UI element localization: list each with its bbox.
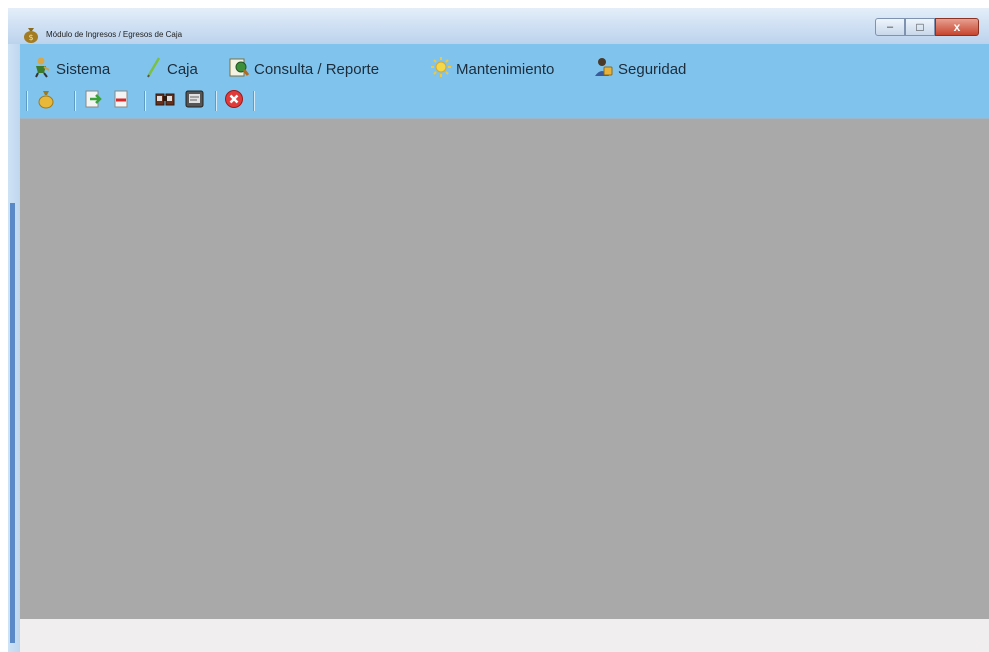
close-button[interactable]: x xyxy=(935,18,979,36)
menu-label: Seguridad xyxy=(618,60,687,78)
window-controls: – □ x xyxy=(875,18,979,36)
toolbar-separator xyxy=(215,91,217,111)
menu-seguridad[interactable]: Seguridad xyxy=(592,56,686,82)
toolbar-reporte-button[interactable] xyxy=(184,90,206,112)
exit-icon xyxy=(224,89,244,114)
minimize-button[interactable]: – xyxy=(875,18,905,36)
toolbar-separator xyxy=(144,91,146,111)
toolbar-egreso-button[interactable] xyxy=(111,90,133,112)
person-icon xyxy=(32,56,52,82)
red-arrow-icon xyxy=(112,89,132,114)
money-bag-icon xyxy=(37,89,55,114)
search-user-icon xyxy=(228,56,250,82)
title-bar[interactable]: $ Módulo de Ingresos / Egresos de Caja –… xyxy=(8,8,989,44)
toolbar-money-bag-button[interactable] xyxy=(35,90,57,112)
svg-text:$: $ xyxy=(28,33,33,42)
maximize-icon: □ xyxy=(916,20,924,34)
minimize-icon: – xyxy=(886,21,894,33)
toolbar-separator xyxy=(253,91,255,111)
menu-sistema[interactable]: Sistema xyxy=(32,56,110,82)
toolbar-exit-button[interactable] xyxy=(223,89,245,114)
security-user-icon xyxy=(592,56,614,82)
money-bag-icon: $ xyxy=(22,25,40,43)
menu-consulta-reporte[interactable]: Consulta / Reporte xyxy=(228,56,379,82)
toolbar-ingreso-button[interactable] xyxy=(82,90,104,112)
binoculars-icon xyxy=(154,89,176,114)
menu-caja[interactable]: Caja xyxy=(145,56,198,82)
window-title: Módulo de Ingresos / Egresos de Caja xyxy=(46,30,183,39)
menu-mantenimiento[interactable]: Mantenimiento xyxy=(430,56,554,82)
menu-label: Mantenimiento xyxy=(456,60,555,78)
menu-label: Consulta / Reporte xyxy=(254,60,380,78)
window-left-frame xyxy=(8,8,20,652)
menu-label: Caja xyxy=(167,60,198,78)
menu-bar: Sistema Caja Consulta / Reporte Mantenim… xyxy=(20,44,989,84)
toolbar xyxy=(20,84,989,119)
mdi-workspace xyxy=(20,119,989,619)
document-icon xyxy=(184,89,206,114)
close-icon: x xyxy=(953,20,961,34)
pen-icon xyxy=(145,56,163,82)
menu-label: Sistema xyxy=(56,60,111,78)
maximize-button[interactable]: □ xyxy=(905,18,935,36)
green-arrow-icon xyxy=(83,89,103,114)
sun-gear-icon xyxy=(430,56,452,82)
toolbar-separator xyxy=(26,91,28,111)
toolbar-consulta-button[interactable] xyxy=(154,90,176,112)
toolbar-separator xyxy=(74,91,76,111)
status-bar xyxy=(20,619,989,652)
